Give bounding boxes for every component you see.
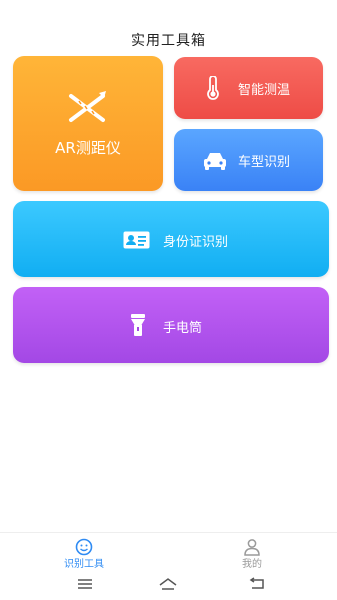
tab-mine[interactable]: 我的	[212, 533, 292, 571]
back-icon[interactable]	[248, 576, 268, 592]
thermometer-card[interactable]: 智能测温	[174, 57, 323, 119]
car-recognition-card[interactable]: 车型识别	[174, 129, 323, 191]
ruler-pencil-icon	[69, 91, 106, 122]
car-icon	[204, 153, 226, 170]
id-recognition-label: 身份证识别	[163, 235, 229, 250]
app-screen: 实用工具箱 AR测距仪 智能测温 车型识别 身份证识别 手电筒 识别工具 我的	[0, 0, 337, 600]
tab-recognition-tools[interactable]: 识别工具	[44, 533, 124, 571]
tab-mine-label: 我的	[242, 559, 262, 570]
id-card-icon	[123, 231, 150, 249]
flashlight-content: 手电筒	[13, 287, 329, 363]
bottom-tab-bar: 识别工具 我的	[0, 532, 337, 571]
flashlight-icon	[131, 314, 145, 336]
flashlight-label: 手电筒	[163, 321, 203, 336]
id-recognition-card[interactable]: 身份证识别	[13, 201, 329, 277]
system-nav-bar	[0, 570, 337, 600]
thermometer-label: 智能测温	[238, 83, 291, 98]
scan-face-icon	[75, 538, 93, 556]
ar-ruler-card[interactable]: AR测距仪	[13, 56, 163, 191]
flashlight-card[interactable]: 手电筒	[13, 287, 329, 363]
ar-ruler-label: AR测距仪	[55, 139, 121, 157]
car-recognition-label: 车型识别	[238, 155, 291, 170]
user-icon	[244, 539, 260, 556]
id-recognition-content: 身份证识别	[13, 201, 329, 277]
menu-icon[interactable]	[75, 576, 95, 592]
home-icon[interactable]	[158, 576, 178, 592]
thermometer-icon	[207, 76, 219, 100]
tab-recognition-tools-label: 识别工具	[64, 559, 104, 570]
page-title: 实用工具箱	[131, 33, 206, 49]
